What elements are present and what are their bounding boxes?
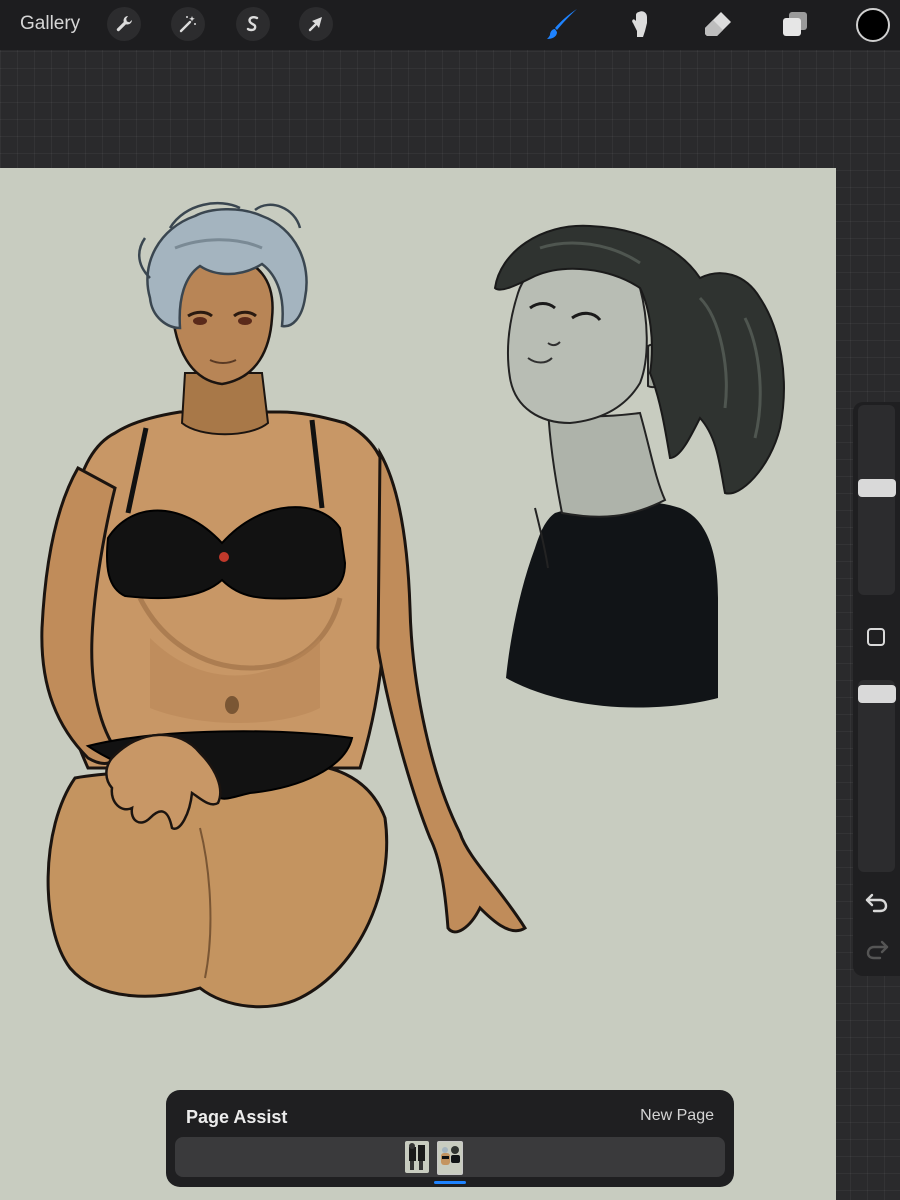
brush-size-thumb[interactable]	[858, 479, 896, 497]
wrench-icon	[116, 16, 132, 32]
actions-button[interactable]	[107, 7, 141, 41]
eraser-tool-button[interactable]	[700, 6, 736, 42]
brush-icon	[547, 9, 577, 39]
magic-wand-icon	[179, 16, 196, 33]
color-picker-button[interactable]	[856, 8, 890, 42]
page-thumbnail-strip	[175, 1137, 725, 1177]
top-toolbar: Gallery	[0, 0, 900, 50]
layers-icon	[783, 12, 807, 36]
transform-arrow-icon	[308, 17, 322, 32]
figure-drawing	[40, 201, 528, 1009]
brush-tool-button[interactable]	[545, 6, 581, 42]
current-page-indicator	[434, 1181, 466, 1184]
selection-icon	[246, 16, 259, 32]
undo-icon[interactable]	[864, 891, 890, 913]
gallery-button[interactable]: Gallery	[20, 13, 80, 35]
drawing-canvas[interactable]	[0, 168, 836, 1200]
page-thumbnail-art	[441, 1146, 460, 1165]
smudge-icon	[632, 11, 647, 37]
selection-button[interactable]	[236, 7, 270, 41]
page-thumbnail-art	[409, 1143, 425, 1170]
adjustments-button[interactable]	[171, 7, 205, 41]
page-thumbnail-1[interactable]	[405, 1141, 429, 1173]
layers-button[interactable]	[777, 6, 813, 42]
opacity-slider[interactable]	[858, 680, 896, 872]
smudge-tool-button[interactable]	[622, 6, 658, 42]
portrait-sketch	[493, 224, 785, 708]
new-page-button[interactable]: New Page	[640, 1107, 714, 1125]
artwork-illustration	[40, 201, 785, 1009]
opacity-thumb[interactable]	[858, 685, 896, 703]
eraser-icon	[705, 12, 731, 36]
redo-icon[interactable]	[864, 938, 890, 960]
brush-size-slider[interactable]	[858, 405, 896, 595]
side-toolbar	[853, 402, 900, 976]
modify-button[interactable]	[867, 628, 885, 646]
page-thumbnail-2[interactable]	[437, 1141, 463, 1175]
page-assist-title: Page Assist	[186, 1107, 288, 1127]
transform-button[interactable]	[299, 7, 333, 41]
page-assist-panel: Page Assist New Page	[166, 1090, 734, 1187]
